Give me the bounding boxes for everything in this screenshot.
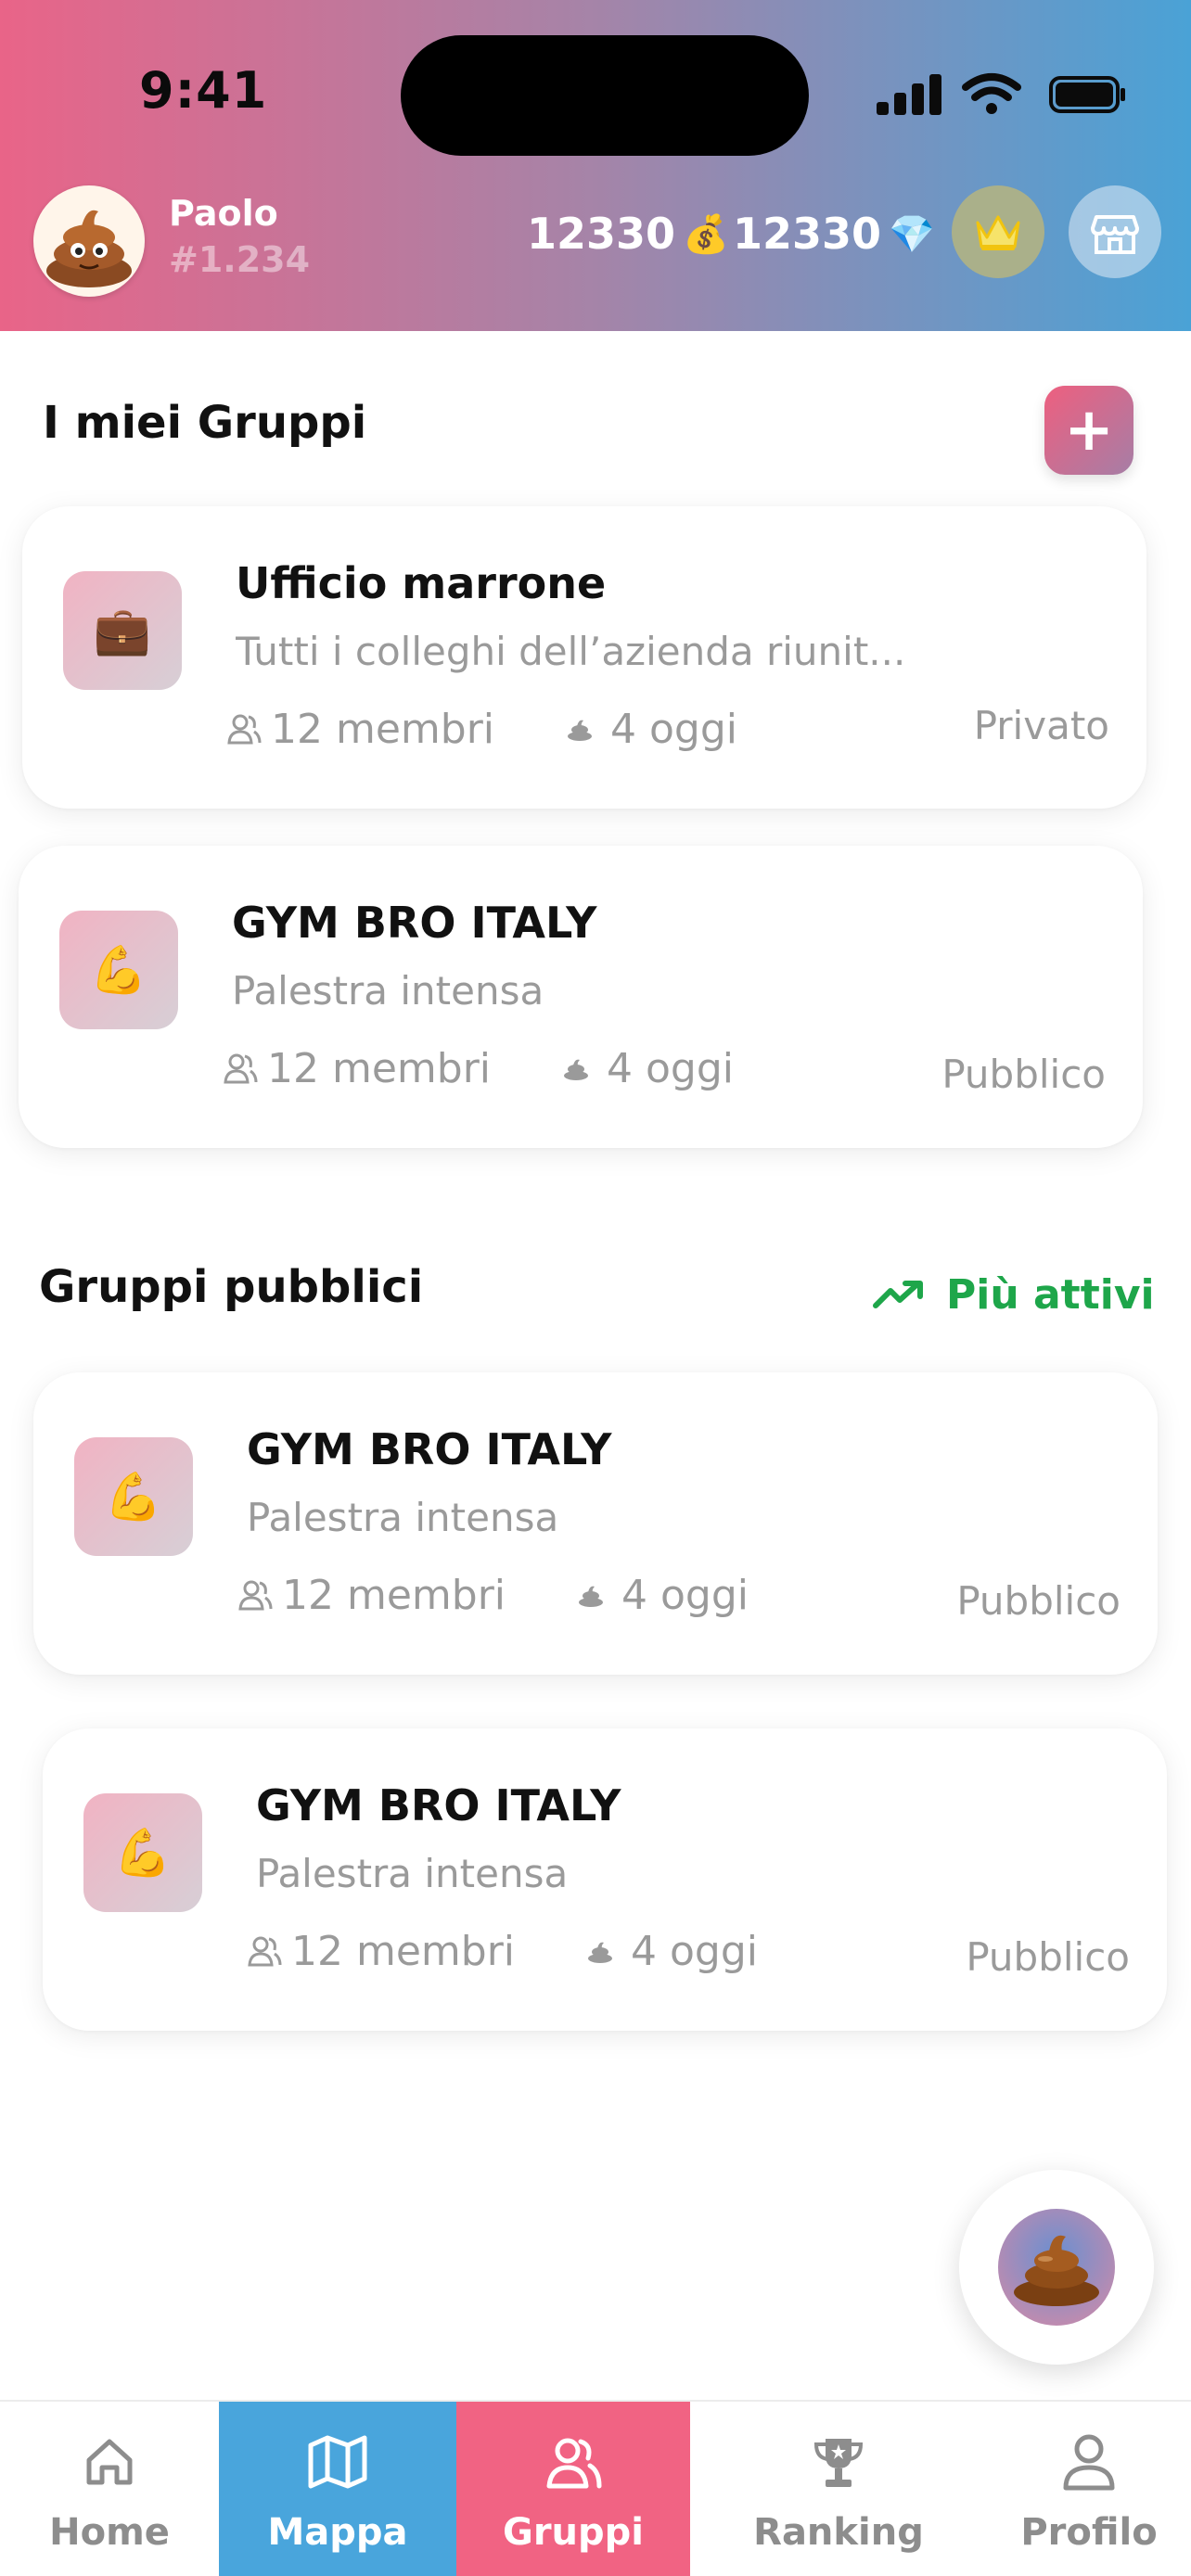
gems-balance[interactable]: 12330 💎: [733, 209, 935, 259]
privacy-label: Pubblico: [956, 1578, 1121, 1624]
members-label: 12 membri: [271, 705, 495, 753]
avatar[interactable]: [33, 185, 145, 297]
most-active-filter[interactable]: Più attivi: [872, 1267, 1155, 1322]
tab-map[interactable]: Mappa: [219, 2402, 456, 2576]
groups-icon: [546, 2438, 602, 2489]
today-label: 4 oggi: [607, 1044, 734, 1092]
tab-profile[interactable]: Profilo: [987, 2402, 1191, 2576]
tab-profile-label: Profilo: [1020, 2511, 1158, 2554]
privacy-label: Pubblico: [966, 1934, 1130, 1980]
coins-value: 12330: [527, 209, 676, 259]
today-count: 4 oggi: [566, 703, 737, 755]
members-icon: [224, 1053, 258, 1084]
flexed-biceps-icon: 💪: [74, 1437, 193, 1556]
poop-count-icon: [579, 1586, 603, 1607]
briefcase-icon: 💼: [63, 571, 182, 690]
members-count: 12 membri: [237, 1569, 506, 1621]
user-id: #1.234: [169, 239, 311, 280]
members-count: 12 membri: [247, 1925, 515, 1977]
signal-icon: [877, 72, 941, 115]
shop-icon: [1091, 215, 1139, 254]
tab-groups-label: Gruppi: [502, 2511, 644, 2554]
privacy-label: Pubblico: [941, 1052, 1106, 1097]
poop-count-icon: [568, 720, 592, 741]
tab-home[interactable]: Home: [0, 2402, 219, 2576]
group-description: Tutti i colleghi dell’azienda riunit...: [236, 629, 906, 674]
group-name: GYM BRO ITALY: [232, 898, 597, 948]
poop-avatar-icon: [46, 210, 132, 287]
tab-ranking[interactable]: Ranking: [690, 2402, 987, 2576]
group-card[interactable]: 💼 Ufficio marrone Tutti i colleghi dell’…: [22, 506, 1146, 809]
trophy-icon: [813, 2439, 864, 2487]
group-card[interactable]: 💪 GYM BRO ITALY Palestra intensa 12 memb…: [19, 846, 1143, 1148]
dynamic-island: [401, 35, 809, 156]
coins-balance[interactable]: 12330 💰: [527, 209, 729, 259]
trending-up-icon: [873, 1281, 923, 1308]
app-header: 9:41 Paolo #1.234 12330 💰 12330 💎: [0, 0, 1191, 331]
tab-home-label: Home: [49, 2511, 170, 2554]
group-card[interactable]: 💪 GYM BRO ITALY Palestra intensa 12 memb…: [33, 1372, 1158, 1675]
home-icon: [86, 2439, 133, 2485]
premium-button[interactable]: [952, 185, 1044, 278]
members-label: 12 membri: [282, 1571, 506, 1619]
user-name: Paolo: [169, 193, 278, 234]
gems-value: 12330: [733, 209, 882, 259]
poop-count-icon: [564, 1059, 588, 1080]
today-count: 4 oggi: [577, 1569, 749, 1621]
group-name: GYM BRO ITALY: [247, 1424, 612, 1474]
public-groups-title: Gruppi pubblici: [39, 1261, 424, 1313]
flexed-biceps-icon: 💪: [59, 911, 178, 1029]
wifi-icon: [962, 73, 1021, 114]
group-card[interactable]: 💪 GYM BRO ITALY Palestra intensa 12 memb…: [43, 1728, 1167, 2031]
money-bag-icon: 💰: [683, 212, 729, 256]
profile-icon: [1063, 2434, 1115, 2491]
members-label: 12 membri: [267, 1044, 492, 1092]
add-group-button[interactable]: +: [1044, 386, 1133, 475]
members-count: 12 membri: [226, 703, 494, 755]
group-name: Ufficio marrone: [236, 558, 607, 608]
map-icon: [308, 2435, 367, 2489]
my-groups-title: I miei Gruppi: [43, 397, 367, 449]
group-description: Palestra intensa: [256, 1851, 569, 1896]
flexed-biceps-icon: 💪: [83, 1793, 202, 1912]
group-description: Palestra intensa: [247, 1495, 559, 1540]
today-label: 4 oggi: [610, 705, 737, 753]
today-count: 4 oggi: [562, 1042, 734, 1094]
crown-icon: [976, 215, 1020, 250]
fab-badge: [998, 2209, 1115, 2326]
gem-icon: 💎: [889, 212, 935, 256]
tab-ranking-label: Ranking: [753, 2511, 924, 2554]
tab-bar: Home Mappa Gruppi Ranking Profilo: [0, 2400, 1191, 2576]
poop-count-icon: [588, 1942, 612, 1963]
privacy-label: Privato: [973, 703, 1109, 748]
members-icon: [238, 1580, 273, 1611]
most-active-label: Più attivi: [946, 1270, 1155, 1319]
poop-icon: [1014, 2235, 1099, 2306]
tab-map-label: Mappa: [267, 2511, 408, 2554]
today-label: 4 oggi: [631, 1927, 758, 1975]
members-count: 12 membri: [223, 1042, 491, 1094]
battery-icon: [1049, 76, 1125, 113]
members-icon: [248, 1936, 282, 1967]
today-count: 4 oggi: [586, 1925, 758, 1977]
log-poop-button[interactable]: [959, 2170, 1154, 2365]
shop-button[interactable]: [1069, 185, 1161, 278]
status-time: 9:41: [139, 61, 268, 120]
today-label: 4 oggi: [621, 1571, 749, 1619]
members-label: 12 membri: [291, 1927, 516, 1975]
group-description: Palestra intensa: [232, 968, 544, 1014]
members-icon: [227, 714, 262, 745]
tab-groups[interactable]: Gruppi: [456, 2402, 690, 2576]
group-name: GYM BRO ITALY: [256, 1780, 621, 1830]
